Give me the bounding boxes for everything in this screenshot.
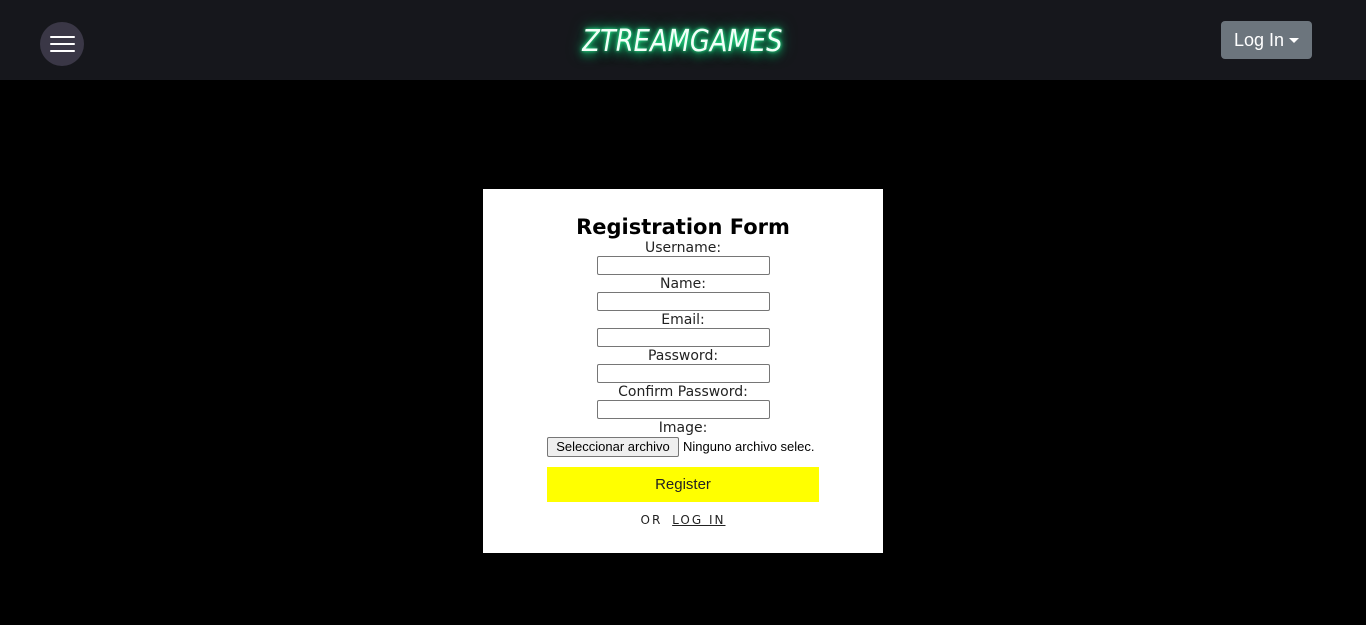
hamburger-menu-icon-bar bbox=[50, 43, 75, 45]
username-label: Username: bbox=[644, 240, 722, 256]
brand-logo[interactable]: ZTREAMGAMES bbox=[582, 22, 782, 62]
email-label: Email: bbox=[661, 312, 705, 328]
hamburger-menu-icon-bar bbox=[50, 50, 75, 52]
login-button-label: Log In bbox=[1234, 30, 1285, 50]
username-input[interactable] bbox=[597, 256, 770, 275]
file-status-text: Ninguno archivo selec. bbox=[683, 439, 815, 454]
name-label: Name: bbox=[659, 276, 707, 292]
image-label: Image: bbox=[658, 420, 708, 436]
brand-wrapper: ZTREAMGAMES bbox=[0, 22, 1366, 62]
register-button[interactable]: Register bbox=[547, 467, 819, 502]
form-title: Registration Form bbox=[576, 215, 790, 239]
name-input[interactable] bbox=[597, 292, 770, 311]
caret-down-icon bbox=[1289, 38, 1299, 43]
choose-file-button[interactable]: Seleccionar archivo bbox=[547, 437, 679, 457]
login-link[interactable]: LOG IN bbox=[672, 513, 725, 527]
top-navbar: ZTREAMGAMES Log In bbox=[0, 0, 1366, 80]
confirm-password-label: Confirm Password: bbox=[618, 384, 748, 400]
password-input[interactable] bbox=[597, 364, 770, 383]
password-label: Password: bbox=[647, 348, 719, 364]
email-input[interactable] bbox=[597, 328, 770, 347]
or-text: OR bbox=[640, 513, 663, 527]
menu-toggle-button[interactable] bbox=[40, 22, 84, 66]
login-dropdown-button[interactable]: Log In bbox=[1221, 21, 1312, 59]
hamburger-menu-icon bbox=[50, 36, 75, 38]
registration-card: Registration Form Username: Name: Email:… bbox=[483, 189, 883, 553]
confirm-password-input[interactable] bbox=[597, 400, 770, 419]
alternate-login-line: OR LOG IN bbox=[483, 512, 883, 528]
